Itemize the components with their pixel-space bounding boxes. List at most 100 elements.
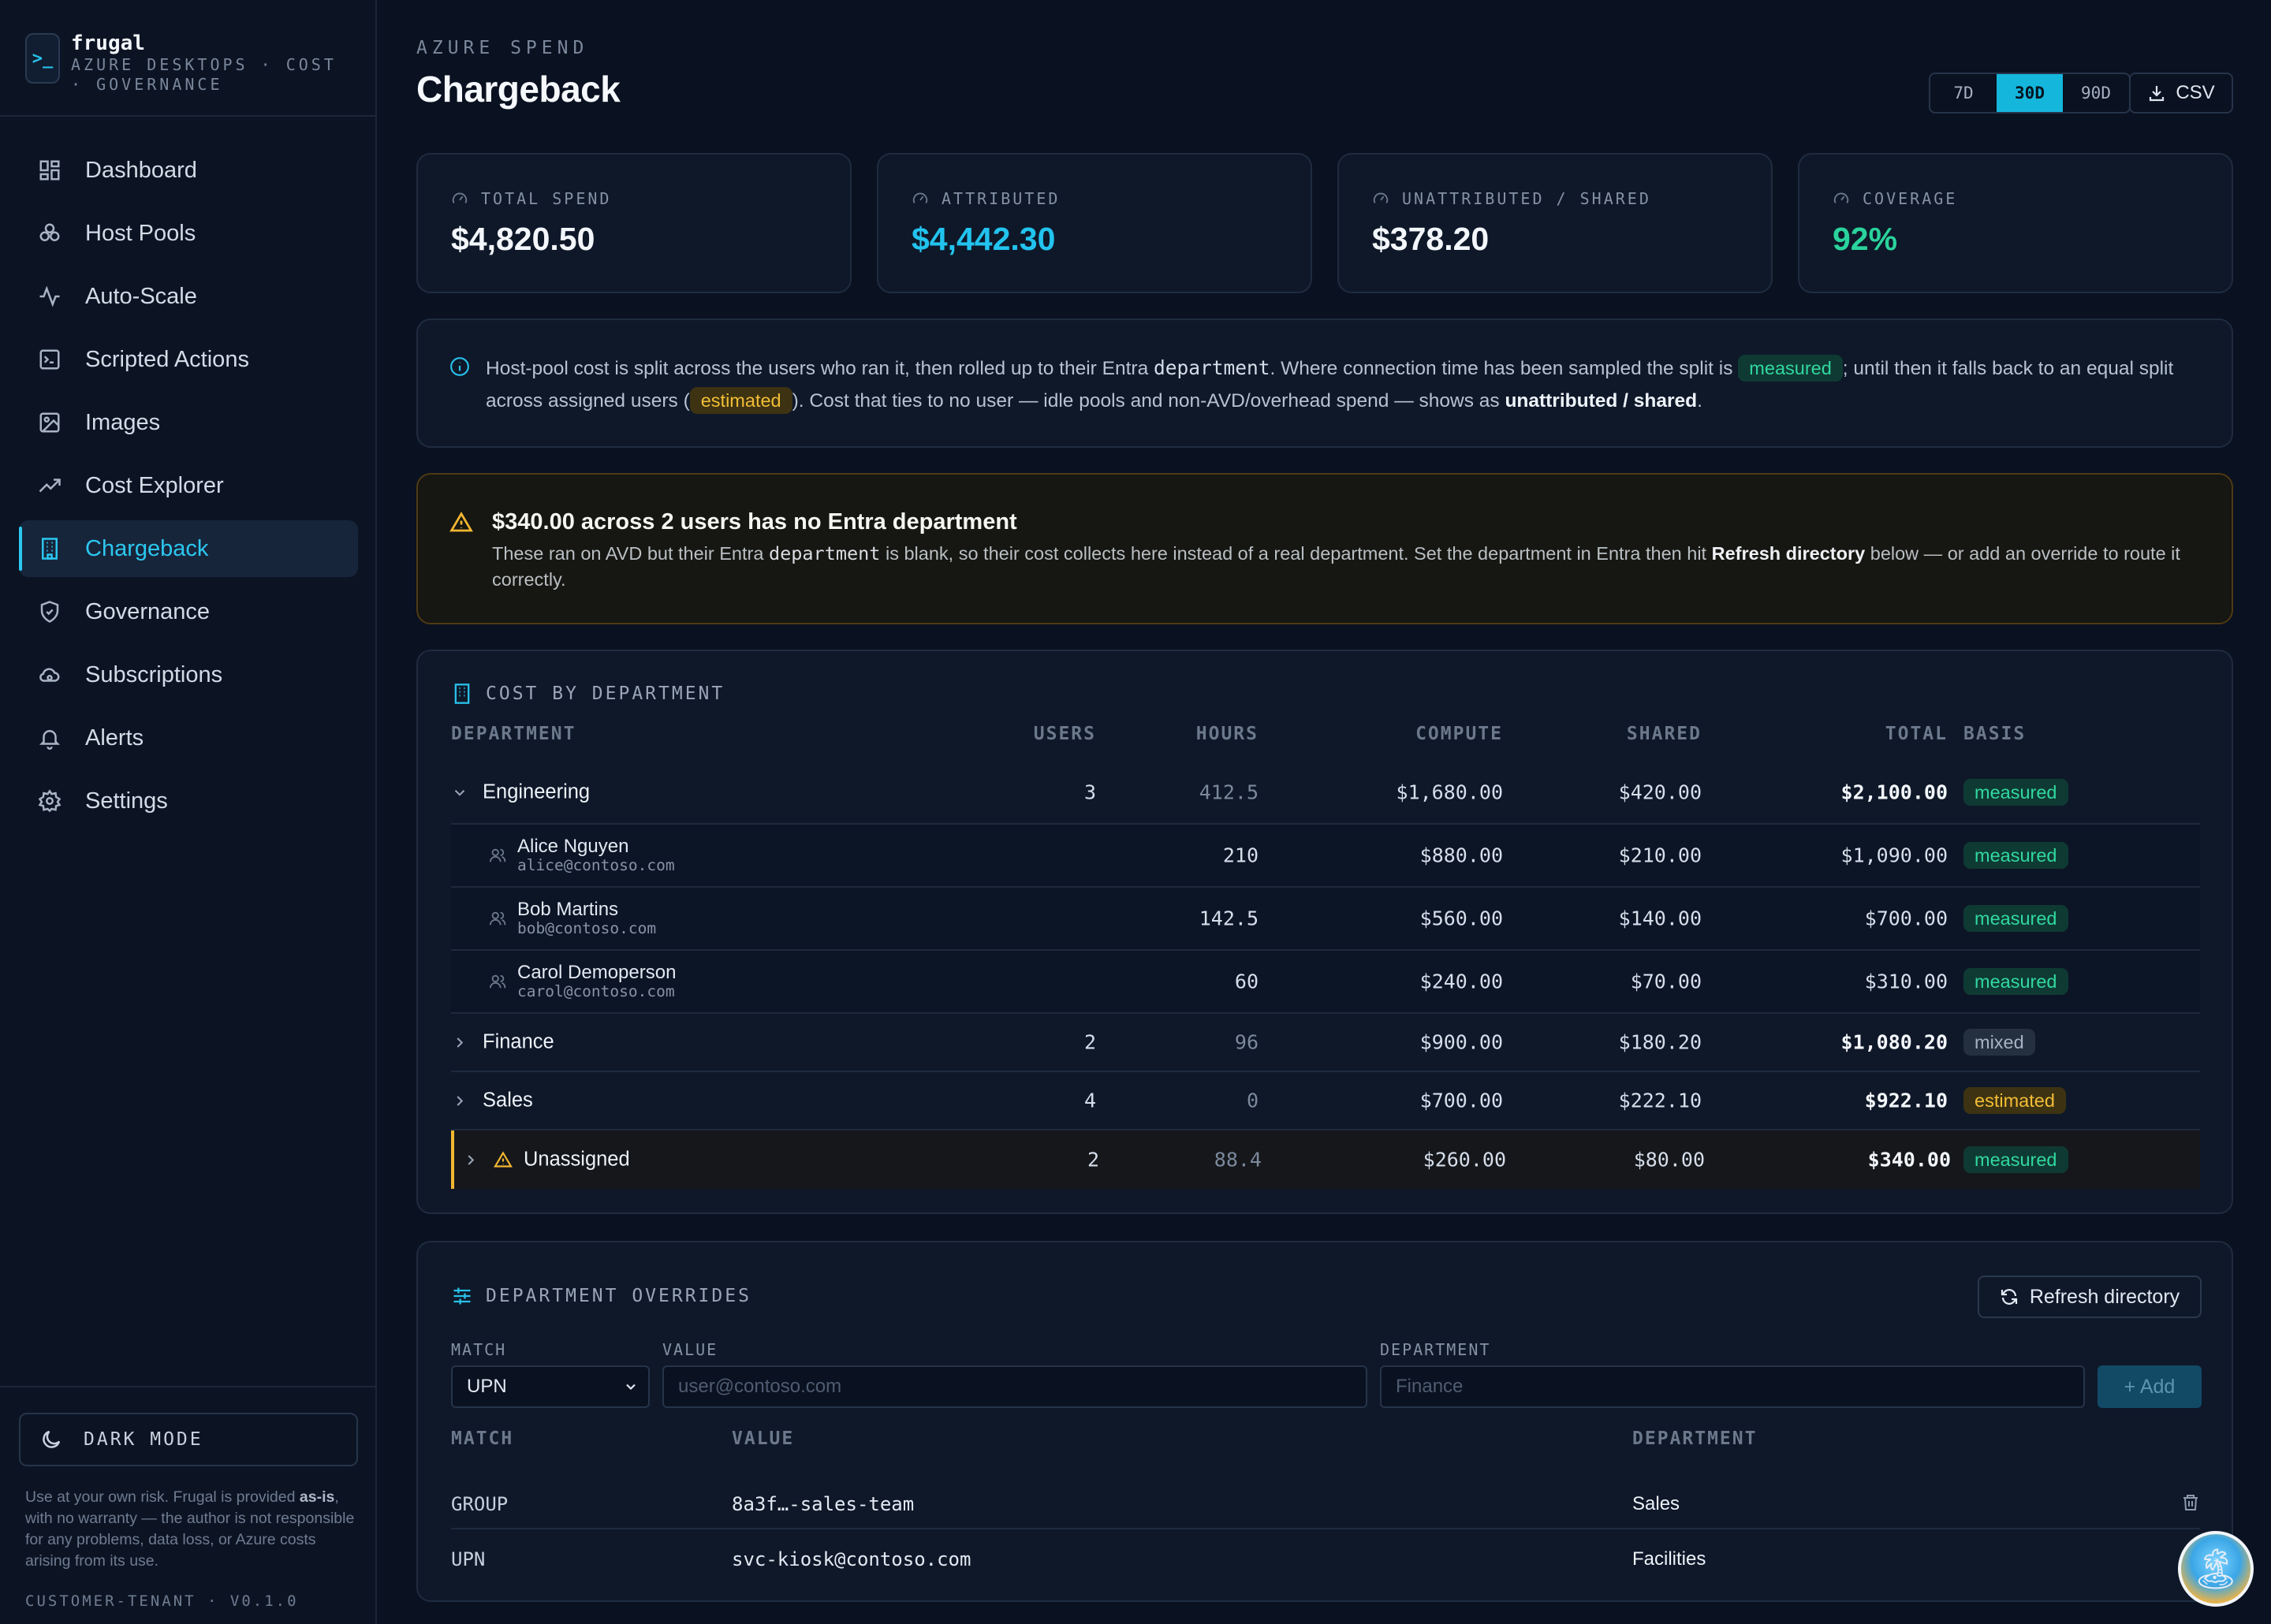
header-total[interactable]: TOTAL	[1885, 724, 1948, 744]
csv-label: CSV	[2176, 82, 2215, 103]
stat-card-coverage: COVERAGE 92%	[1798, 153, 2233, 293]
nav-item-settings[interactable]: Settings	[19, 773, 358, 829]
nav-item-auto-scale[interactable]: Auto-Scale	[19, 268, 358, 325]
stat-value: $4,820.50	[451, 221, 595, 257]
header-users[interactable]: USERS	[1034, 724, 1096, 744]
nav-item-cost-explorer[interactable]: Cost Explorer	[19, 457, 358, 514]
basis-pill: measured	[1963, 779, 2068, 806]
range-30d-button[interactable]: 30D	[1997, 74, 2063, 112]
gauge-icon	[912, 192, 928, 203]
basis-pill: mixed	[1963, 1029, 2035, 1056]
compute-value: $560.00	[1419, 907, 1503, 930]
nav-item-scripted-actions[interactable]: Scripted Actions	[19, 331, 358, 388]
sliders-icon	[453, 1287, 471, 1305]
cloud-icon	[39, 668, 60, 682]
trending-icon	[39, 479, 61, 493]
table-row-sales[interactable]: Sales 4 0 $700.00 $222.10 $922.10 estima…	[451, 1072, 2200, 1130]
header-basis[interactable]: BASIS	[1963, 724, 2026, 744]
users-count: 4	[1083, 1089, 1096, 1112]
value-input[interactable]: user@contoso.com	[662, 1365, 1367, 1408]
users-count: 3	[1083, 780, 1096, 804]
sidebar-divider	[0, 1386, 377, 1387]
header-shared[interactable]: SHARED	[1627, 724, 1702, 744]
header-department[interactable]: DEPARTMENT	[451, 724, 576, 744]
department-name: Sales	[483, 1089, 533, 1112]
trash-icon[interactable]	[2181, 1493, 2200, 1512]
department-input[interactable]: Finance	[1380, 1365, 2085, 1408]
user-name: Bob Martins	[517, 899, 619, 920]
hours-value: 0	[1246, 1089, 1259, 1112]
refresh-label: Refresh directory	[2029, 1285, 2180, 1308]
shared-value: $222.10	[1618, 1089, 1702, 1112]
total-value: $2,100.00	[1840, 780, 1948, 804]
compute-value: $880.00	[1419, 844, 1503, 867]
refresh-directory-button[interactable]: Refresh directory	[1978, 1276, 2202, 1318]
nav-label: Dashboard	[85, 157, 197, 183]
terminal-icon	[39, 349, 60, 370]
nav-label: Chargeback	[85, 535, 209, 561]
sidebar-divider	[0, 115, 377, 117]
stat-card-attributed: ATTRIBUTED $4,442.30	[877, 153, 1312, 293]
warning-icon	[494, 1150, 513, 1168]
nav-item-host-pools[interactable]: Host Pools	[19, 205, 358, 262]
date-range-selector: 7D 30D 90D	[1929, 73, 2131, 114]
match-select-value: UPN	[467, 1376, 507, 1397]
range-90d-button[interactable]: 90D	[2063, 74, 2129, 112]
basis-pill: measured	[1963, 968, 2068, 995]
header-compute[interactable]: COMPUTE	[1415, 724, 1503, 744]
add-override-button[interactable]: + Add	[2098, 1365, 2202, 1408]
hours-value: 96	[1234, 1030, 1259, 1054]
nav-item-governance[interactable]: Governance	[19, 583, 358, 640]
table-header: DEPARTMENT USERS HOURS COMPUTE SHARED TO…	[451, 724, 2200, 755]
brand-name: frugal	[71, 32, 145, 55]
table-row-unassigned[interactable]: Unassigned 2 88.4 $260.00 $80.00 $340.00…	[451, 1130, 2200, 1189]
user-name: Carol Demoperson	[517, 962, 677, 983]
stat-value: $378.20	[1372, 221, 1490, 257]
nav-label: Auto-Scale	[85, 283, 197, 309]
brand[interactable]: >_ frugal AZURE DESKTOPS · COST · GOVERN…	[25, 32, 356, 114]
override-match: UPN	[451, 1548, 486, 1570]
disclaimer: Use at your own risk. Frugal is provided…	[25, 1488, 355, 1570]
gauge-icon	[452, 192, 468, 203]
override-match: GROUP	[451, 1493, 509, 1515]
table-row-finance[interactable]: Finance 2 96 $900.00 $180.20 $1,080.20 m…	[451, 1014, 2200, 1072]
table-row-engineering[interactable]: Engineering 3 412.5 $1,680.00 $420.00 $2…	[451, 762, 2200, 825]
stat-card-unattributed: UNATTRIBUTED / SHARED $378.20	[1337, 153, 1773, 293]
chevron-down-icon[interactable]	[451, 784, 468, 801]
nav-item-images[interactable]: Images	[19, 394, 358, 451]
value-label: VALUE	[662, 1340, 718, 1359]
export-csv-button[interactable]: CSV	[2129, 73, 2233, 114]
shared-value: $140.00	[1618, 907, 1702, 930]
department-name: Finance	[483, 1030, 554, 1053]
nav-item-dashboard[interactable]: Dashboard	[19, 142, 358, 199]
avatar[interactable]: 🏝	[2178, 1531, 2254, 1607]
dark-mode-label: DARK MODE	[84, 1429, 203, 1450]
chevron-right-icon[interactable]	[462, 1151, 479, 1168]
image-icon	[39, 412, 60, 433]
dark-mode-toggle[interactable]: DARK MODE	[19, 1413, 358, 1466]
match-select[interactable]: UPN	[451, 1365, 650, 1408]
bell-icon	[39, 730, 61, 750]
basis-pill-measured: measured	[1738, 355, 1843, 382]
shared-value: $70.00	[1630, 970, 1702, 993]
shared-value: $420.00	[1618, 780, 1702, 804]
user-email: alice@contoso.com	[517, 856, 675, 874]
match-label: MATCH	[451, 1340, 507, 1359]
department-overrides-card: DEPARTMENT OVERRIDES Refresh directory M…	[416, 1241, 2233, 1602]
users-icon	[489, 911, 506, 926]
info-banner: Host-pool cost is split across the users…	[416, 318, 2233, 448]
compute-value: $900.00	[1419, 1030, 1503, 1054]
activity-icon	[39, 285, 60, 307]
nav-item-chargeback[interactable]: Chargeback	[19, 520, 358, 577]
nav-label: Alerts	[85, 724, 144, 751]
total-value: $340.00	[1867, 1148, 1951, 1171]
users-icon	[489, 848, 506, 862]
header-hours[interactable]: HOURS	[1196, 724, 1259, 744]
chevron-right-icon[interactable]	[451, 1092, 468, 1109]
range-7d-button[interactable]: 7D	[1930, 74, 1997, 112]
building-icon	[42, 538, 58, 560]
chevron-right-icon[interactable]	[451, 1034, 468, 1051]
main-nav: Dashboard Host Pools Auto-Scale Scripted…	[19, 142, 358, 836]
nav-item-alerts[interactable]: Alerts	[19, 710, 358, 766]
nav-item-subscriptions[interactable]: Subscriptions	[19, 646, 358, 703]
